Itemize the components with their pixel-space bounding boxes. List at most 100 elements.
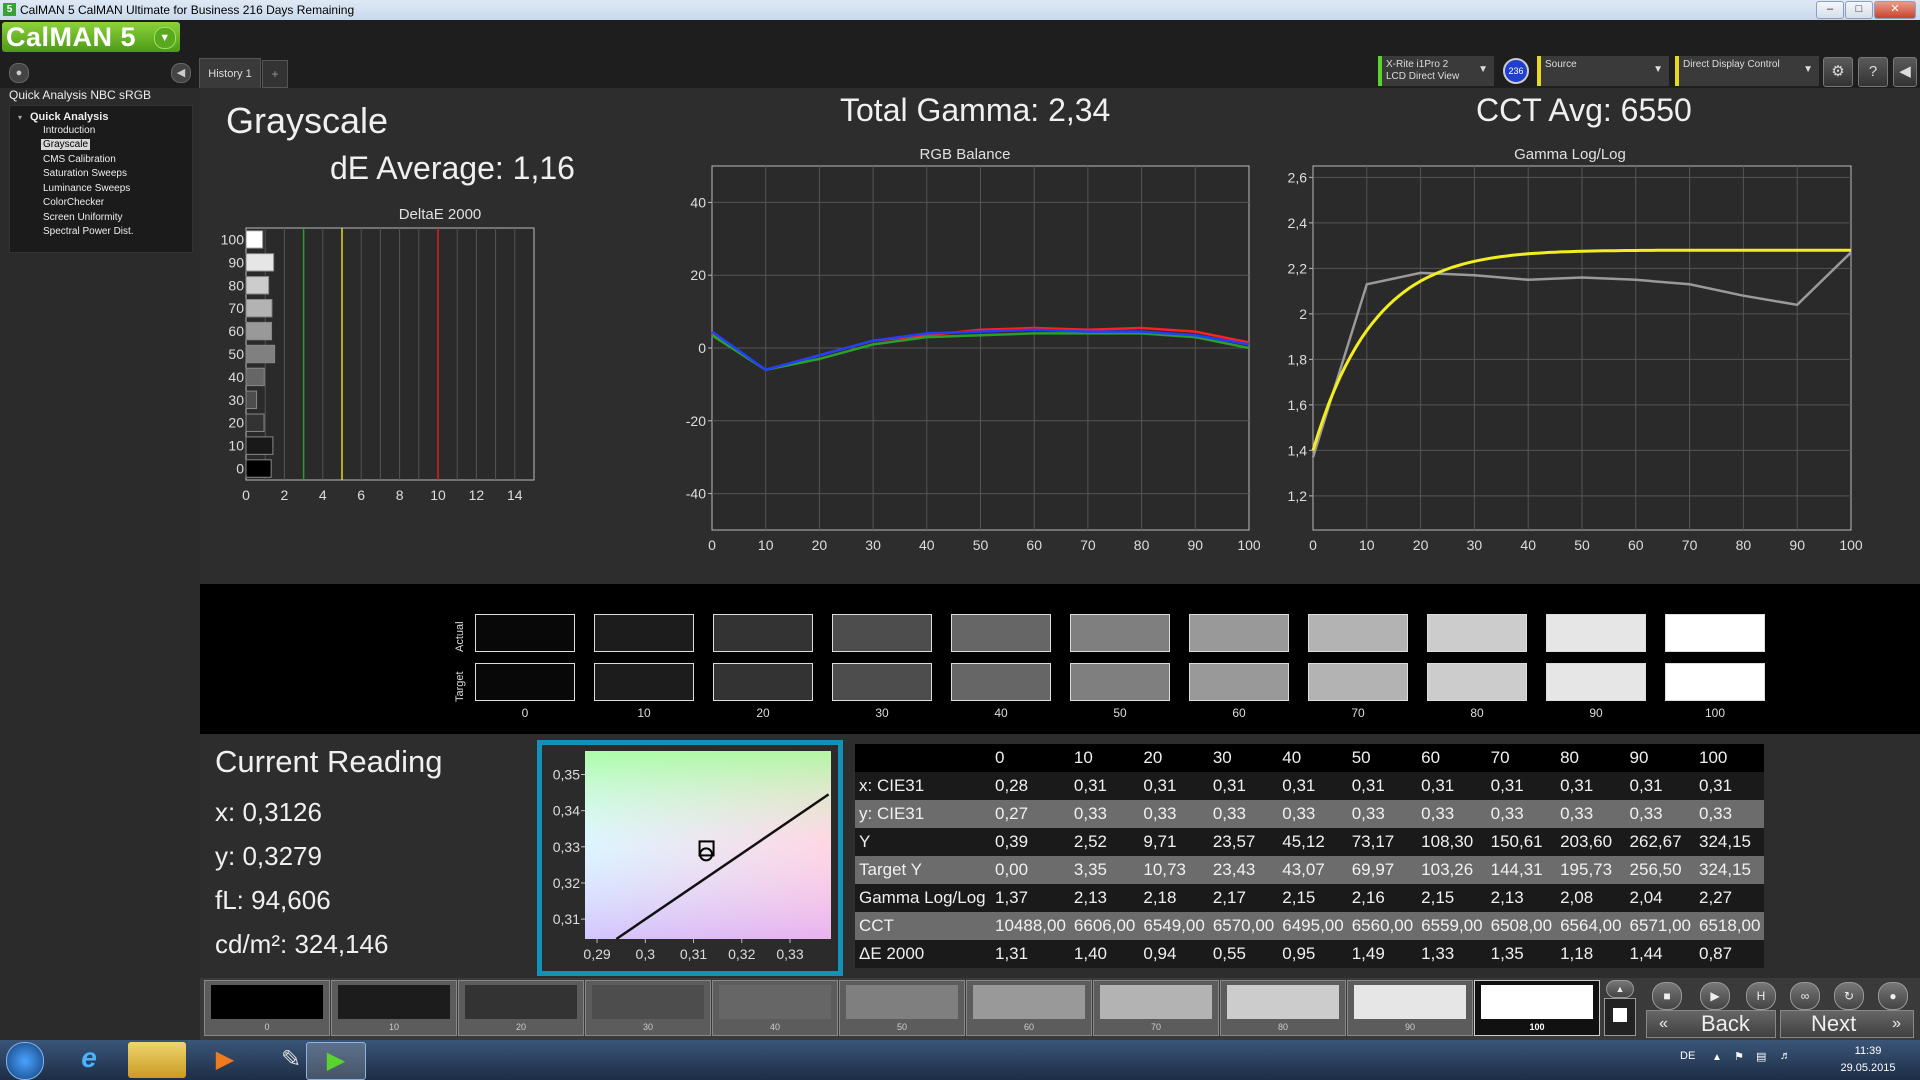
y-tick-label: 0,31	[553, 911, 580, 927]
close-button[interactable]: ✕	[1874, 1, 1916, 19]
bottom-swatch-button[interactable]: 40	[712, 980, 838, 1036]
tree-root[interactable]: Quick Analysis	[30, 111, 108, 123]
target-swatch	[594, 663, 694, 701]
x-tick-label: 0,31	[680, 946, 707, 962]
media-player-icon[interactable]: ▶	[196, 1042, 254, 1078]
table-cell: 0,33	[1347, 800, 1418, 828]
back-label: Back	[1701, 1011, 1750, 1036]
sidebar-item-luminance-sweeps[interactable]: Luminance Sweeps	[43, 183, 130, 194]
swatch-color	[1227, 985, 1339, 1019]
meter-badge[interactable]: 236	[1503, 58, 1529, 84]
start-button[interactable]	[6, 1042, 44, 1080]
table-cell: 6559,00	[1417, 912, 1487, 940]
table-cell: 256,50	[1625, 856, 1695, 884]
cct-average: CCT Avg: 6550	[1476, 92, 1692, 128]
play-icon[interactable]: ▶	[1700, 982, 1730, 1010]
sidebar-item-spectral-power[interactable]: Spectral Power Dist.	[43, 226, 134, 237]
collapse-sidebar-icon[interactable]: ◀	[171, 63, 191, 83]
network-icon[interactable]: ▤	[1756, 1050, 1766, 1063]
actual-swatch	[475, 614, 575, 652]
collapse-right-icon[interactable]: ◀	[1893, 57, 1917, 87]
calman-logo-button[interactable]: CalMAN 5 ▼	[2, 22, 180, 52]
bottom-swatch-button[interactable]: 70	[1093, 980, 1219, 1036]
home-icon[interactable]: ●	[9, 63, 29, 83]
deltae-bar	[245, 253, 275, 272]
hold-icon[interactable]: H	[1746, 982, 1776, 1010]
y-tick-label: 40	[690, 194, 706, 210]
table-cell: 2,15	[1417, 884, 1487, 912]
table-cell: 0,33	[1486, 800, 1557, 828]
file-explorer-icon[interactable]	[128, 1042, 186, 1078]
clock-date[interactable]: 29.05.2015	[1828, 1062, 1908, 1074]
table-cell: 2,15	[1278, 884, 1348, 912]
row-label: Y	[855, 828, 991, 856]
back-button[interactable]: « Back	[1646, 1010, 1776, 1038]
target-swatch	[951, 663, 1051, 701]
reading-fl: fL: 94,606	[215, 885, 331, 915]
tree-expand-icon[interactable]: ▾	[18, 113, 22, 122]
calman-taskbar-icon[interactable]: ▶	[306, 1042, 366, 1080]
bottom-swatch-button[interactable]: 50	[839, 980, 965, 1036]
bottom-swatch-button[interactable]: 20	[458, 980, 584, 1036]
y-tick-label: 70	[228, 300, 244, 316]
clock-time[interactable]: 11:39	[1828, 1045, 1908, 1057]
chevron-down-icon: ▼	[154, 27, 176, 49]
target-swatch	[1427, 663, 1527, 701]
bottom-swatch-button[interactable]: 90	[1347, 980, 1473, 1036]
display-selector[interactable]: Direct Display Control ▼	[1675, 56, 1819, 86]
bottom-swatch-button[interactable]: 30	[585, 980, 711, 1036]
deltae-bar	[245, 321, 273, 341]
gear-icon[interactable]: ⚙	[1823, 57, 1853, 87]
sidebar-item-cms-calibration[interactable]: CMS Calibration	[43, 154, 116, 165]
column-header: 100	[1694, 744, 1765, 772]
sidebar-item-saturation-sweeps[interactable]: Saturation Sweeps	[43, 168, 127, 179]
source-selector[interactable]: Source ▼	[1537, 56, 1669, 86]
swatch-color	[1354, 985, 1466, 1019]
current-reading-title: Current Reading	[215, 744, 443, 779]
next-button[interactable]: Next »	[1780, 1010, 1914, 1038]
reading-cdm2: cd/m²: 324,146	[215, 929, 389, 959]
bottom-swatch-button[interactable]: 100	[1474, 980, 1600, 1036]
table-cell: 1,35	[1486, 940, 1557, 968]
bottom-swatch-button[interactable]: 10	[331, 980, 457, 1036]
x-tick-label: 40	[1520, 537, 1536, 553]
sidebar-item-screen-uniformity[interactable]: Screen Uniformity	[43, 212, 122, 223]
x-tick-label: 4	[319, 487, 327, 503]
bottom-swatch-button[interactable]: 0	[204, 980, 330, 1036]
table-cell: 2,08	[1556, 884, 1626, 912]
language-indicator[interactable]: DE	[1680, 1050, 1695, 1062]
bottom-swatch-button[interactable]: 60	[966, 980, 1092, 1036]
table-cell: 0,33	[1625, 800, 1695, 828]
workflow-title: Quick Analysis NBC sRGB	[9, 88, 152, 102]
add-tab-button[interactable]: +	[262, 60, 288, 88]
table-cell: 0,33	[1278, 800, 1348, 828]
tray-expand-icon[interactable]: ▲	[1712, 1052, 1722, 1063]
table-cell: 1,31	[991, 940, 1070, 968]
meter-selector[interactable]: X-Rite i1Pro 2 LCD Direct View ▼	[1378, 56, 1494, 86]
help-icon[interactable]: ?	[1858, 57, 1888, 87]
x-tick-label: 20	[812, 537, 828, 553]
eject-icon[interactable]: ▲	[1606, 980, 1634, 998]
table-cell: 0,39	[991, 828, 1070, 856]
table-cell: 6564,00	[1556, 912, 1626, 940]
target-swatch	[1189, 663, 1289, 701]
bottom-swatch-button[interactable]: 80	[1220, 980, 1346, 1036]
loop-icon[interactable]: ∞	[1790, 982, 1820, 1010]
target-swatch	[475, 663, 575, 701]
refresh-icon[interactable]: ↻	[1834, 982, 1864, 1010]
sidebar-item-colorchecker[interactable]: ColorChecker	[43, 197, 104, 208]
sidebar-item-grayscale[interactable]: Grayscale	[41, 139, 91, 150]
maximize-button[interactable]: □	[1845, 1, 1873, 19]
minimize-button[interactable]: –	[1816, 1, 1844, 19]
stop-toggle-button[interactable]	[1604, 998, 1636, 1036]
tab-history-1[interactable]: History 1	[199, 58, 261, 89]
stop-icon[interactable]: ■	[1652, 982, 1682, 1010]
flag-icon[interactable]: ⚑	[1734, 1050, 1744, 1063]
options-icon[interactable]: ●	[1878, 982, 1908, 1010]
sidebar-item-introduction[interactable]: Introduction	[43, 125, 95, 136]
internet-explorer-icon[interactable]: e	[60, 1042, 118, 1078]
volume-icon[interactable]: ♬	[1780, 1050, 1791, 1062]
x-tick-label: 60	[1026, 537, 1042, 553]
table-cell: 324,15	[1694, 856, 1765, 884]
table-corner	[855, 744, 991, 772]
